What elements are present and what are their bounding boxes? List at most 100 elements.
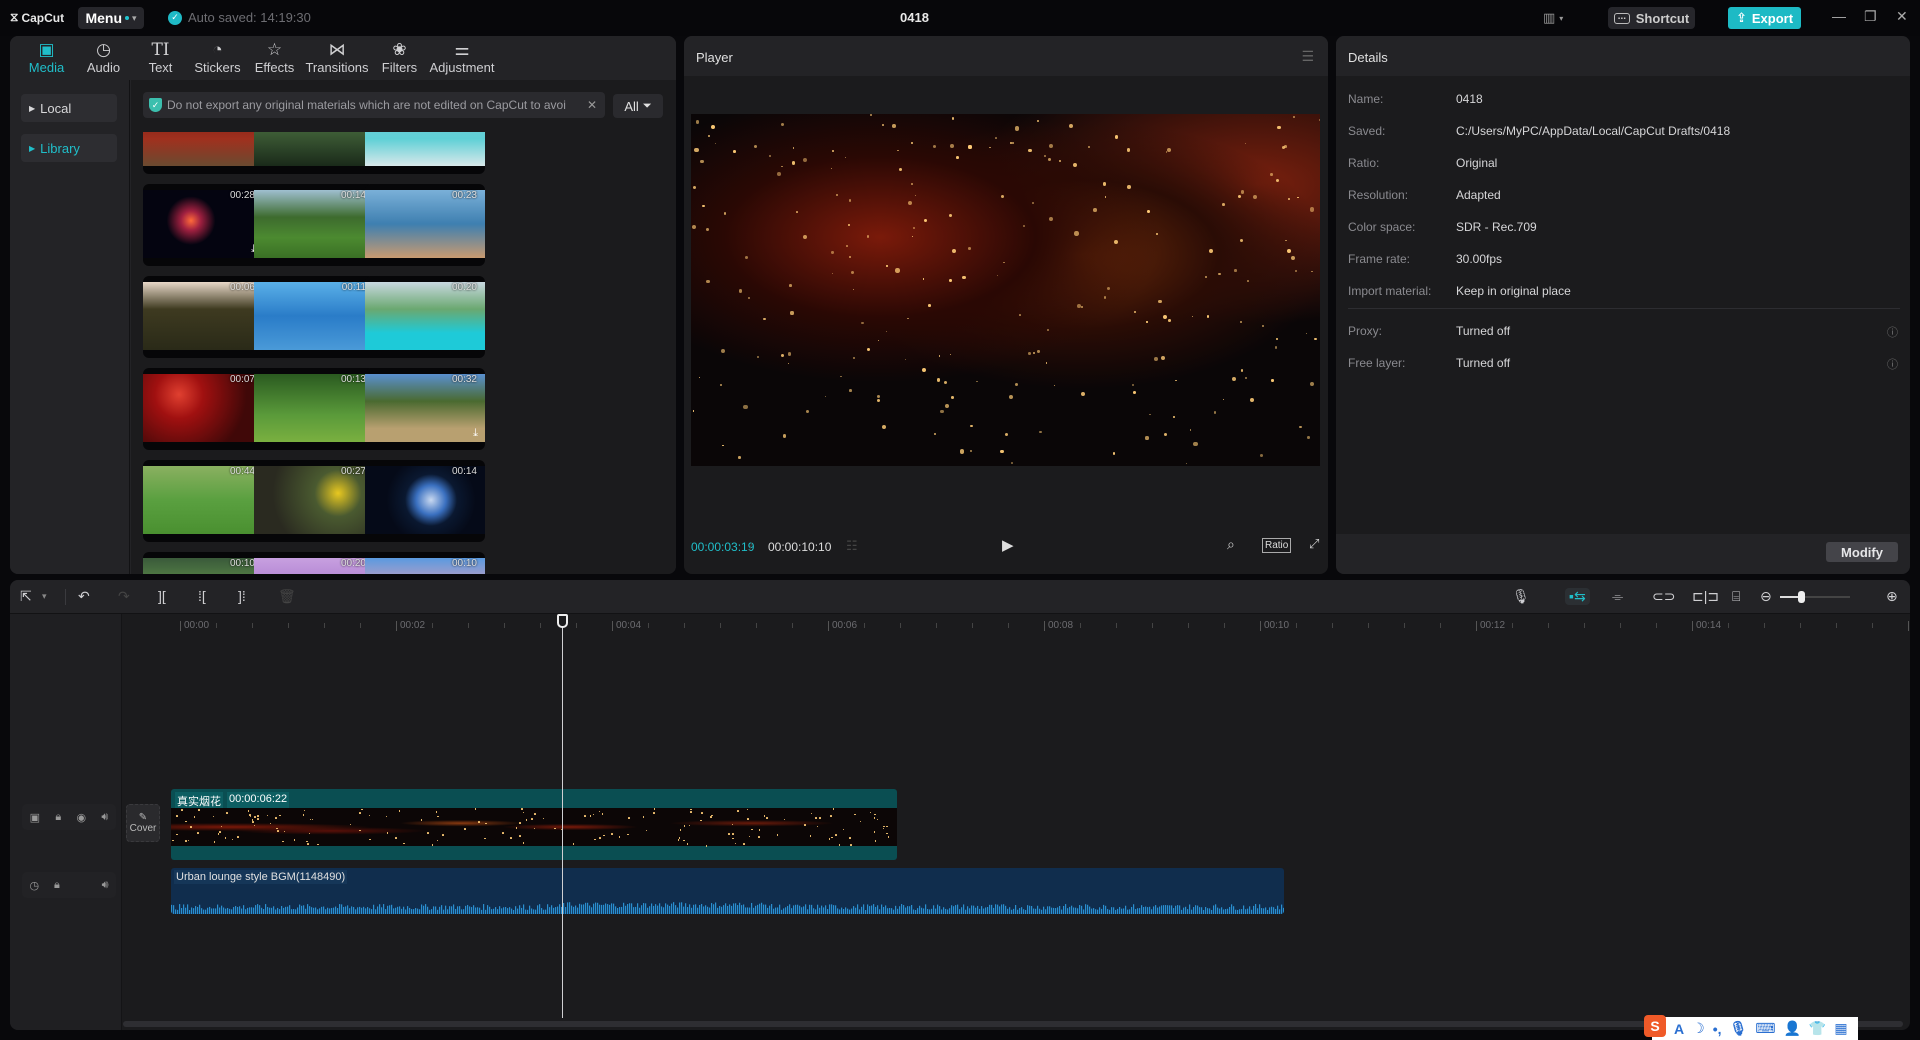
tab-adjustment[interactable]: ⚌ Adjustment <box>428 36 496 80</box>
help-icon[interactable]: ⓘ <box>1887 356 1898 372</box>
media-thumbnail[interactable] <box>254 132 374 174</box>
sogou-ime-icon[interactable]: S <box>1644 1014 1666 1037</box>
lock-icon[interactable]: 🔒︎ <box>54 879 60 892</box>
tab-audio[interactable]: ◷ Audio <box>75 36 132 80</box>
tab-effects[interactable]: ☆ Effects <box>246 36 303 80</box>
menu-button[interactable]: Menu ▾ <box>78 7 144 29</box>
media-thumbnail[interactable]: 00:20 <box>254 552 374 574</box>
play-button[interactable]: ▶ <box>1002 536 1014 554</box>
firework-spark <box>705 845 707 847</box>
ime-keyboard-icon[interactable]: ⌨ <box>1755 1020 1775 1037</box>
audio-clip[interactable]: Urban lounge style BGM(1148490) <box>171 868 1284 914</box>
auto-snap-icon[interactable]: ⌯ <box>1612 588 1623 605</box>
list-view-icon[interactable]: ☷ <box>846 538 858 554</box>
split-icon[interactable]: ][ <box>158 588 166 604</box>
waveform-bar <box>231 909 233 914</box>
ime-user-icon[interactable]: 👤 <box>1783 1020 1800 1037</box>
firework-spark <box>464 828 466 830</box>
media-thumbnail[interactable]: 00:32 ⤓ <box>365 368 485 450</box>
ime-microphone-icon[interactable]: 🎙 <box>1729 1020 1747 1037</box>
chevron-down-icon[interactable]: ▾ <box>42 591 47 602</box>
media-thumbnail[interactable]: 00:13 <box>254 368 374 450</box>
zoom-out-icon[interactable]: ⊖ <box>1760 588 1772 605</box>
split-right-icon[interactable]: ]⁞ <box>238 588 246 604</box>
media-thumbnail[interactable] <box>365 132 485 174</box>
media-thumbnail[interactable]: 00:06 <box>143 276 263 358</box>
media-thumbnail[interactable]: 00:11 <box>254 276 374 358</box>
firework-spark <box>720 383 723 386</box>
main-track-magnet-icon[interactable]: ▪⇆ <box>1565 588 1590 605</box>
split-left-icon[interactable]: ⁞[ <box>198 588 206 604</box>
link-icon[interactable]: ⊂⊃ <box>1652 588 1675 605</box>
speaker-icon[interactable]: 🔊︎ <box>102 879 109 892</box>
filter-dropdown[interactable]: All ⏷ <box>613 94 663 118</box>
timeline-horizontal-scrollbar[interactable] <box>123 1021 1903 1027</box>
zoom-in-icon[interactable]: ⊕ <box>1886 588 1898 605</box>
tab-media[interactable]: ▣ Media <box>18 36 75 80</box>
ratio-button[interactable]: Ratio <box>1262 538 1292 553</box>
firework-spark <box>950 353 952 355</box>
media-thumbnail[interactable]: 00:10 <box>143 552 263 574</box>
media-thumbnail[interactable]: 00:14 <box>254 184 374 266</box>
media-thumbnail[interactable]: 00:23 <box>365 184 485 266</box>
close-icon[interactable]: ✕ <box>587 98 597 112</box>
help-icon[interactable]: ⓘ <box>1887 324 1898 340</box>
layout-button[interactable]: ▥ ▾ <box>1543 10 1563 26</box>
redo-icon[interactable]: ↷ <box>118 588 130 605</box>
firework-spark <box>1252 194 1258 199</box>
sidebar-item-local[interactable]: ▶ Local <box>21 94 117 122</box>
lock-icon[interactable]: 🔒︎ <box>55 811 61 824</box>
media-thumbnail[interactable]: 00:07 <box>143 368 263 450</box>
undo-icon[interactable]: ↶ <box>78 588 90 605</box>
tab-text[interactable]: TI Text <box>132 36 189 80</box>
ime-moon-icon[interactable]: ☽ <box>1692 1020 1705 1037</box>
close-window-button[interactable]: ✕ <box>1896 8 1908 25</box>
firework-spark <box>349 823 352 826</box>
export-button[interactable]: ⇪ Export <box>1728 7 1801 29</box>
sidebar-item-library[interactable]: ▶ Library <box>21 134 117 162</box>
playhead-handle[interactable] <box>557 614 568 628</box>
timeline-zoom-slider[interactable] <box>1780 591 1850 603</box>
shortcut-button[interactable]: ⋯ Shortcut <box>1608 7 1695 29</box>
firework-spark <box>1287 248 1292 253</box>
minimize-button[interactable]: — <box>1832 8 1846 24</box>
download-icon[interactable]: ⤓ <box>473 427 478 440</box>
tab-filters[interactable]: ❀ Filters <box>371 36 428 80</box>
restore-button[interactable]: ❐ <box>1864 8 1877 25</box>
media-thumbnail[interactable]: 00:10 <box>365 552 485 574</box>
video-preview[interactable] <box>691 114 1320 466</box>
details-panel: Details Name: 0418 Saved: C:/Users/MyPC/App… <box>1336 36 1910 574</box>
eye-icon[interactable]: ◉ <box>77 811 87 824</box>
ime-english-mode-icon[interactable]: A <box>1674 1021 1684 1037</box>
firework-spark <box>907 318 909 320</box>
ime-skin-icon[interactable]: 👕 <box>1809 1020 1826 1037</box>
media-thumbnail[interactable]: 00:28⤓ <box>143 184 263 266</box>
preview-axis-icon[interactable]: ⌸ <box>1732 588 1740 605</box>
media-thumbnail[interactable]: 00:27 <box>254 460 374 542</box>
select-tool-icon[interactable]: ⇱ <box>20 588 32 605</box>
microphone-icon[interactable]: 🎙 <box>1512 588 1530 605</box>
waveform-bar <box>743 904 745 914</box>
waveform-bar <box>495 907 497 914</box>
video-clip[interactable]: 真实烟花 00:00:06:22 <box>171 789 897 860</box>
media-thumbnail[interactable] <box>143 132 263 174</box>
playhead[interactable] <box>557 614 568 1018</box>
media-thumbnail[interactable]: 00:14 <box>365 460 485 542</box>
modify-button[interactable]: Modify <box>1826 542 1898 562</box>
delete-icon[interactable]: 🗑 <box>278 588 296 605</box>
hamburger-menu-icon[interactable]: ☰ <box>1301 48 1314 65</box>
tab-transitions[interactable]: ⋈ Transitions <box>303 36 371 80</box>
cover-button[interactable]: ✎ Cover <box>126 804 160 842</box>
fullscreen-icon[interactable]: ⤢ <box>1309 536 1319 552</box>
waveform-bar <box>909 906 911 914</box>
ime-grid-icon[interactable]: ▦ <box>1834 1020 1847 1037</box>
media-thumbnail[interactable]: 00:44 <box>143 460 263 542</box>
media-thumbnail[interactable]: 00:20 <box>365 276 485 358</box>
timeline-ruler[interactable]: 00:00 00:02 00:04 00:06 00:08 00:10 00:12 00:14… <box>123 614 1910 636</box>
zoom-preview-icon[interactable]: ⌕ <box>1227 536 1235 553</box>
zoom-slider-handle[interactable] <box>1798 591 1805 603</box>
tab-stickers[interactable]: ◔ Stickers <box>189 36 246 80</box>
ime-punctuation-icon[interactable]: •, <box>1713 1021 1722 1037</box>
split-preview-icon[interactable]: ⊏|⊐ <box>1692 588 1719 605</box>
speaker-icon[interactable]: 🔊︎ <box>101 811 108 824</box>
